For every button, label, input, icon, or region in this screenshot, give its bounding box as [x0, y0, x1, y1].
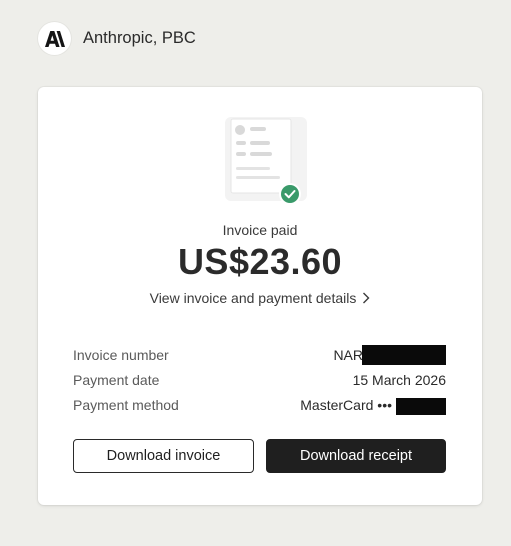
redaction-bar: [396, 398, 446, 415]
merchant-header: Anthropic, PBC: [38, 22, 196, 55]
invoice-number-value: NAR: [333, 346, 363, 363]
detail-row-payment-method: Payment method MasterCard •••: [73, 392, 446, 417]
company-name: Anthropic, PBC: [83, 29, 196, 47]
detail-label: Payment method: [73, 396, 179, 413]
invoice-card: Invoice paid US$23.60 View invoice and p…: [38, 87, 482, 505]
invoice-details: Invoice number NAR Payment date 15 March…: [73, 342, 446, 417]
invoice-amount: US$23.60: [177, 241, 343, 282]
anthropic-logo-icon: [38, 22, 71, 55]
download-invoice-button[interactable]: Download invoice: [73, 439, 254, 473]
payment-method-value: MasterCard •••: [300, 396, 392, 413]
redaction-bar: [362, 344, 446, 365]
paid-document-icon: [225, 115, 307, 207]
detail-row-payment-date: Payment date 15 March 2026: [73, 367, 446, 392]
payment-date-value: 15 March 2026: [352, 371, 446, 388]
detail-row-invoice-number: Invoice number NAR: [73, 342, 446, 367]
chevron-right-icon: [363, 292, 370, 304]
view-invoice-details-link[interactable]: View invoice and payment details: [38, 290, 482, 306]
view-invoice-details-label: View invoice and payment details: [149, 290, 357, 306]
detail-label: Invoice number: [73, 346, 169, 363]
detail-label: Payment date: [73, 371, 160, 388]
invoice-status: Invoice paid: [222, 222, 298, 238]
download-receipt-button[interactable]: Download receipt: [266, 439, 446, 473]
